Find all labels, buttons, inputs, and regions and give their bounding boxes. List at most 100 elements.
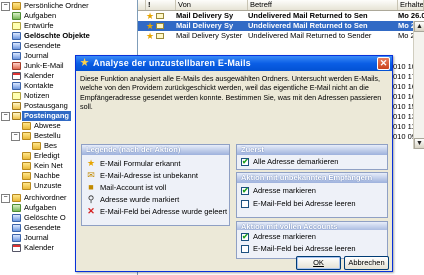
tree-item-label: Journal bbox=[24, 233, 49, 242]
scroll-up-icon[interactable]: ▲ bbox=[414, 21, 424, 32]
unknown-mark-label: Adresse markieren bbox=[253, 186, 316, 195]
full-clear-label: E-Mail-Feld bei Adresse leeren bbox=[253, 244, 356, 253]
tree-item-label: Abwese bbox=[34, 121, 61, 130]
collapse-toggle-icon[interactable]: − bbox=[1, 194, 10, 203]
tree-item-label: Notizen bbox=[24, 91, 50, 100]
mail-row-selected[interactable]: ★ Mail Delivery Sy Undelivered Mail Retu… bbox=[138, 21, 424, 31]
first-panel-title: Zuerst bbox=[237, 145, 387, 155]
tree-item-label: Journal bbox=[24, 51, 49, 60]
tree-item-label: Aufgaben bbox=[24, 203, 57, 212]
legend-title: Legende (nach der Aktion) bbox=[82, 145, 229, 155]
tree-item-label: Postausgang bbox=[24, 101, 68, 110]
cancel-button[interactable]: Abbrechen bbox=[344, 256, 389, 270]
dialog-description: Diese Funktion analysiert alle E-Mails d… bbox=[80, 74, 382, 112]
sent-icon bbox=[12, 42, 21, 50]
column-header-from[interactable]: Von bbox=[176, 0, 248, 10]
mail-icon bbox=[156, 23, 164, 29]
tree-item-label: Entwürfe bbox=[24, 21, 54, 30]
folder-icon bbox=[22, 122, 31, 130]
tree-item-label: Persönliche Ordner bbox=[24, 1, 89, 10]
full-clear-checkbox[interactable] bbox=[241, 245, 249, 253]
legend-item-label: Adresse wurde markiert bbox=[100, 195, 180, 204]
legend-item-label: Mail-Account ist voll bbox=[100, 183, 167, 192]
notes-icon bbox=[12, 92, 21, 100]
drafts-icon bbox=[12, 22, 21, 30]
legend-item-label: E-Mail-Adresse ist unbekannt bbox=[100, 171, 198, 180]
mail-list-scrollbar[interactable]: ▲ ▼ bbox=[413, 21, 424, 149]
tree-item-label: Erledigt bbox=[34, 151, 60, 160]
column-header-flags[interactable]: ! bbox=[146, 0, 176, 10]
scroll-down-icon[interactable]: ▼ bbox=[414, 138, 424, 149]
calendar-icon bbox=[12, 72, 21, 80]
mail-row[interactable]: ★ Mail Delivery Sy Undelivered Mail Retu… bbox=[138, 11, 424, 21]
deleted-icon bbox=[12, 214, 21, 222]
column-header-subject[interactable]: Betreff bbox=[248, 0, 398, 10]
tree-item-label: Gelöschte Objekte bbox=[24, 31, 90, 40]
ok-label: OK bbox=[313, 258, 324, 267]
sent-icon bbox=[12, 224, 21, 232]
tasks-icon bbox=[12, 204, 21, 212]
journal-icon bbox=[12, 52, 21, 60]
star-icon: ★ bbox=[146, 31, 155, 41]
tree-item-label: Gesendete bbox=[24, 41, 61, 50]
journal-icon bbox=[12, 234, 21, 242]
outbox-icon bbox=[12, 102, 21, 110]
unknown-mark-checkbox[interactable]: ✔ bbox=[241, 187, 249, 195]
column-header-received[interactable]: Erhalten bbox=[398, 0, 424, 10]
tree-item-label: Kalender bbox=[24, 71, 55, 80]
deleted-icon bbox=[12, 32, 21, 40]
tree-item-label: Unzuste bbox=[34, 181, 62, 190]
mail-subject: Undelivered Mail Returned to Sender bbox=[248, 31, 372, 40]
column-header-icons[interactable] bbox=[138, 0, 146, 10]
tree-item-label: Kalender bbox=[24, 243, 55, 252]
star-icon: ★ bbox=[86, 158, 96, 168]
mail-subject: Undelivered Mail Returned to Sen bbox=[248, 11, 368, 20]
tree-item-label: Bestellu bbox=[34, 131, 61, 140]
list-header: ! Von Betreff Erhalten bbox=[138, 0, 424, 11]
pin-icon: ⚲ bbox=[87, 194, 95, 204]
app-icon: ★ bbox=[79, 57, 90, 69]
question-mail-icon: ✉ bbox=[87, 170, 95, 180]
star-icon: ★ bbox=[146, 21, 155, 31]
mail-subject: Undelivered Mail Returned to Sen bbox=[248, 21, 368, 30]
folder-icon bbox=[22, 162, 31, 170]
star-icon: ★ bbox=[146, 11, 155, 21]
tree-item-label: Junk-E-Mail bbox=[24, 61, 64, 70]
legend-item-label: E-Mail-Feld bei Adresse wurde geleert bbox=[100, 207, 228, 216]
ok-button[interactable]: OK bbox=[296, 256, 341, 270]
close-button[interactable]: ✕ bbox=[377, 57, 390, 70]
inbox-icon bbox=[12, 112, 21, 120]
full-mark-label: Adresse markieren bbox=[253, 232, 316, 241]
mail-icon bbox=[156, 33, 164, 39]
full-mark-checkbox[interactable]: ✔ bbox=[241, 233, 249, 241]
dialog-titlebar[interactable]: ★ Analyse der unzustellbaren E-Mails ✕ bbox=[76, 56, 392, 71]
mail-date: Mo 26.07.2010 bbox=[398, 11, 424, 20]
demark-all-checkbox[interactable]: ✔ bbox=[241, 158, 249, 166]
unknown-recipients-panel: Aktion mit unbekannten Empfängern ✔ Adre… bbox=[236, 172, 388, 218]
full-accounts-panel: ✔ Adresse markieren E-Mail-Feld bei Adre… bbox=[236, 230, 388, 259]
tree-item-label: Bes bbox=[44, 141, 57, 150]
junk-icon bbox=[12, 62, 21, 70]
demark-all-label: Alle Adresse demarkieren bbox=[253, 157, 339, 166]
mail-from: Mail Delivery Syster bbox=[176, 31, 243, 40]
collapse-toggle-icon[interactable]: − bbox=[1, 112, 10, 121]
tree-item-label: Nachbe bbox=[34, 171, 60, 180]
collapse-toggle-icon[interactable]: − bbox=[1, 2, 10, 11]
unknown-clear-checkbox[interactable] bbox=[241, 200, 249, 208]
mail-from: Mail Delivery Sy bbox=[176, 21, 234, 30]
collapse-toggle-icon[interactable]: − bbox=[11, 132, 20, 141]
tree-item-label: Kontakte bbox=[24, 81, 54, 90]
dialog-title: Analyse der unzustellbaren E-Mails bbox=[93, 58, 251, 68]
folder-icon bbox=[32, 142, 41, 150]
legend-item-label: E-Mail Formular erkannt bbox=[100, 159, 181, 168]
folder-icon bbox=[22, 172, 31, 180]
folder-icon bbox=[12, 2, 21, 10]
calendar-icon bbox=[12, 244, 21, 252]
close-icon: ✕ bbox=[379, 58, 388, 68]
unknown-panel-title: Aktion mit unbekannten Empfängern bbox=[237, 173, 387, 183]
folder-icon bbox=[12, 194, 21, 202]
mail-row[interactable]: ★ Mail Delivery Syster Undelivered Mail … bbox=[138, 31, 424, 41]
tasks-icon bbox=[12, 12, 21, 20]
tree-item-label: Gelöschte O bbox=[24, 213, 66, 222]
mailbox-full-icon: ■ bbox=[88, 182, 94, 192]
